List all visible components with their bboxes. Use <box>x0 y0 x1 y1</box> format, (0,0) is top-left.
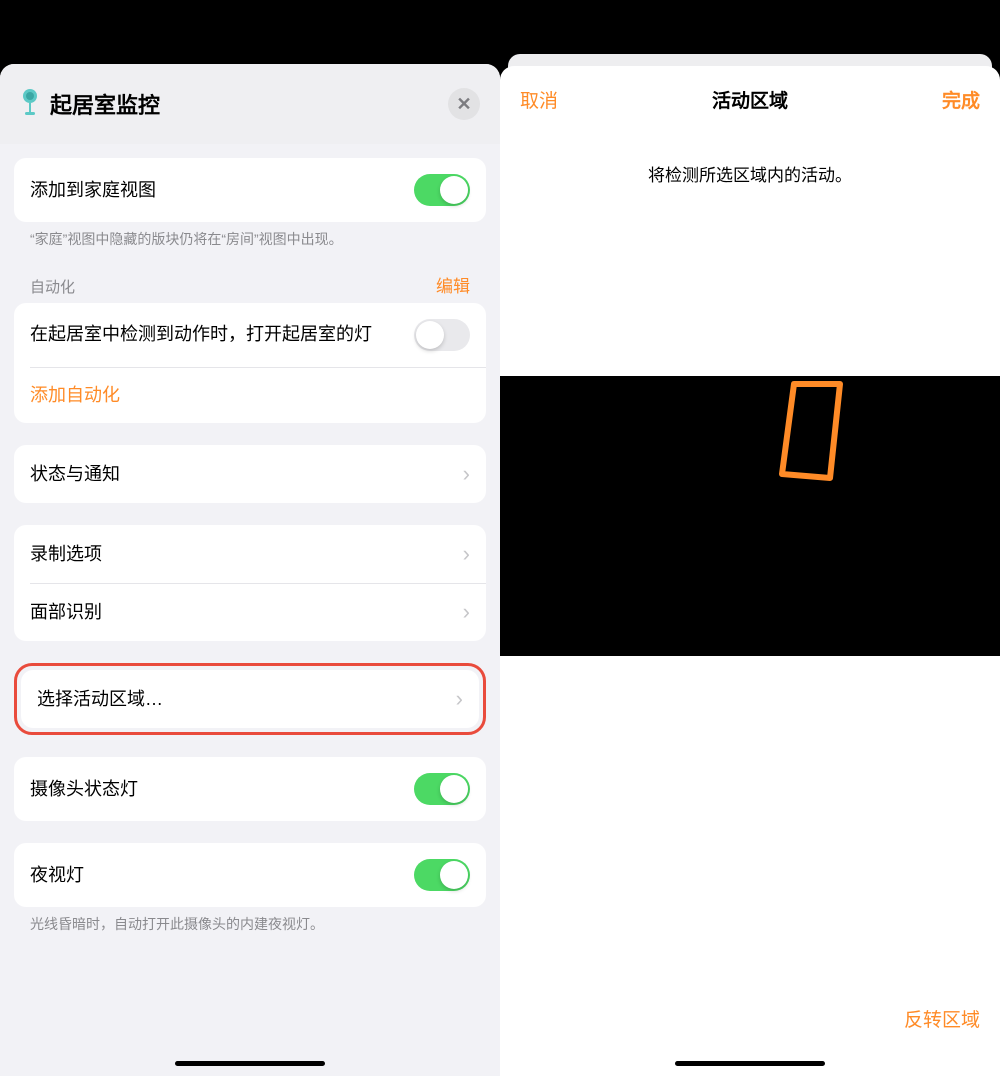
activity-zone-row[interactable]: 选择活动区域… › <box>21 670 479 728</box>
zone-editor-nav: 取消 活动区域 完成 <box>500 66 1000 133</box>
status-notify-label: 状态与通知 <box>30 462 455 486</box>
include-home-footnote: “家庭”视图中隐藏的版块仍将在“房间”视图中出现。 <box>14 222 486 250</box>
zone-editor-title: 活动区域 <box>558 86 942 113</box>
sheet-body: 添加到家庭视图 “家庭”视图中隐藏的版块仍将在“房间”视图中出现。 自动化 编辑… <box>0 158 500 934</box>
right-screenshot: 取消 活动区域 完成 将检测所选区域内的活动。 反转区域 <box>500 0 1000 1076</box>
camera-led-toggle[interactable] <box>414 773 470 805</box>
automation-rule-label: 在起居室中检测到动作时，打开起居室的灯 <box>30 322 414 346</box>
camera-led-label: 摄像头状态灯 <box>30 777 414 801</box>
activity-zone-label: 选择活动区域… <box>37 687 448 711</box>
include-home-group: 添加到家庭视图 <box>14 158 486 222</box>
page-title: 起居室监控 <box>50 88 438 120</box>
recording-options-label: 录制选项 <box>30 542 455 566</box>
recording-options-row[interactable]: 录制选项 › <box>14 525 486 583</box>
automation-section-header: 自动化 编辑 <box>14 250 486 303</box>
automation-group: 在起居室中检测到动作时，打开起居室的灯 添加自动化 <box>14 303 486 423</box>
status-notify-group: 状态与通知 › <box>14 445 486 503</box>
chevron-right-icon: › <box>463 541 470 567</box>
chevron-right-icon: › <box>463 461 470 487</box>
night-vision-toggle[interactable] <box>414 859 470 891</box>
sheet-header: 起居室监控 ✕ <box>0 64 500 144</box>
include-home-row[interactable]: 添加到家庭视图 <box>14 158 486 222</box>
status-notify-row[interactable]: 状态与通知 › <box>14 445 486 503</box>
recording-group: 录制选项 › 面部识别 › <box>14 525 486 641</box>
activity-zone-shape[interactable] <box>780 382 842 480</box>
camera-icon <box>20 89 40 119</box>
camera-led-row[interactable]: 摄像头状态灯 <box>14 757 486 821</box>
face-recognition-label: 面部识别 <box>30 600 455 624</box>
settings-sheet: 起居室监控 ✕ 添加到家庭视图 “家庭”视图中隐藏的版块仍将在“房间”视图中出现… <box>0 64 500 1076</box>
face-recognition-row[interactable]: 面部识别 › <box>14 583 486 641</box>
include-home-toggle[interactable] <box>414 174 470 206</box>
night-vision-footnote: 光线昏暗时，自动打开此摄像头的内建夜视灯。 <box>14 907 486 935</box>
night-vision-row[interactable]: 夜视灯 <box>14 843 486 907</box>
home-indicator[interactable] <box>675 1061 825 1066</box>
night-vision-group: 夜视灯 <box>14 843 486 907</box>
include-home-label: 添加到家庭视图 <box>30 178 414 202</box>
chevron-right-icon: › <box>463 599 470 625</box>
cancel-button[interactable]: 取消 <box>520 86 558 113</box>
camera-viewport[interactable] <box>500 376 1000 656</box>
invert-zone-button[interactable]: 反转区域 <box>904 1005 980 1032</box>
automation-rule-toggle[interactable] <box>414 319 470 351</box>
close-icon: ✕ <box>456 94 471 115</box>
done-button[interactable]: 完成 <box>942 86 980 113</box>
automation-rule-row[interactable]: 在起居室中检测到动作时，打开起居室的灯 <box>14 303 486 367</box>
add-automation-label: 添加自动化 <box>30 383 470 407</box>
zone-editor-sheet: 取消 活动区域 完成 将检测所选区域内的活动。 反转区域 <box>500 66 1000 1076</box>
add-automation-row[interactable]: 添加自动化 <box>14 367 486 423</box>
close-button[interactable]: ✕ <box>448 88 480 120</box>
automation-edit-button[interactable]: 编辑 <box>436 272 470 297</box>
activity-zone-highlight: 选择活动区域… › <box>14 663 486 735</box>
zone-editor-description: 将检测所选区域内的活动。 <box>500 133 1000 206</box>
camera-led-group: 摄像头状态灯 <box>14 757 486 821</box>
chevron-right-icon: › <box>456 686 463 712</box>
right-stack: 取消 活动区域 完成 将检测所选区域内的活动。 反转区域 <box>500 54 1000 1076</box>
activity-zone-group: 选择活动区域… › <box>21 670 479 728</box>
left-screenshot: 起居室监控 ✕ 添加到家庭视图 “家庭”视图中隐藏的版块仍将在“房间”视图中出现… <box>0 0 500 1076</box>
home-indicator[interactable] <box>175 1061 325 1066</box>
automation-header-label: 自动化 <box>30 276 75 297</box>
night-vision-label: 夜视灯 <box>30 863 414 887</box>
